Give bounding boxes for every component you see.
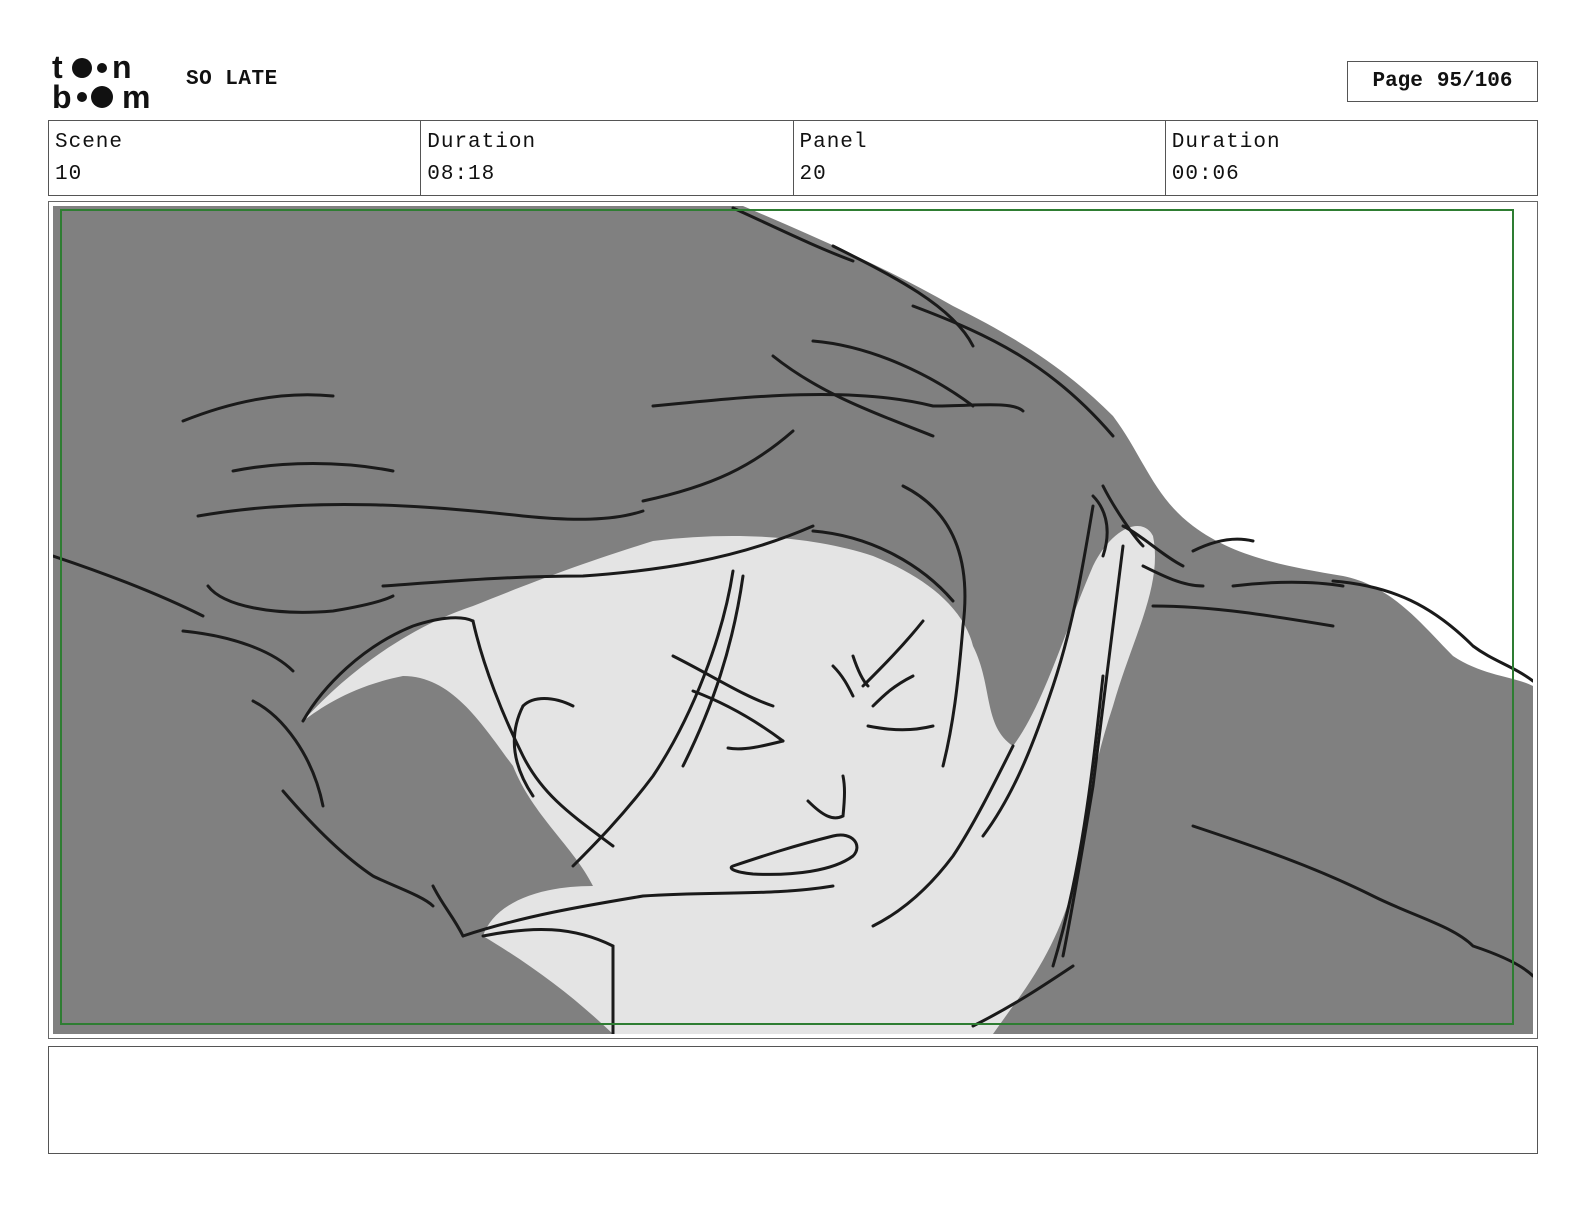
panel-duration-value: 00:06 <box>1171 163 1240 186</box>
project-title: SO LATE <box>186 68 278 91</box>
scene-duration-value: 08:18 <box>427 163 496 186</box>
svg-text:b: b <box>52 79 72 112</box>
toon-boom-logo: t n b m <box>52 50 150 112</box>
page-label: Page <box>1372 70 1423 93</box>
panel-duration-label: Duration <box>1171 131 1281 154</box>
storyboard-panel <box>48 201 1538 1039</box>
notes-box <box>48 1046 1538 1154</box>
panel-cell: Panel 20 <box>794 121 1166 195</box>
page-indicator: Page 95/106 <box>1347 61 1538 102</box>
panel-value: 20 <box>799 163 827 186</box>
scene-duration-label: Duration <box>427 131 537 154</box>
page-value: 95/106 <box>1436 70 1513 93</box>
svg-text:m: m <box>122 79 150 112</box>
scene-duration-cell: Duration 08:18 <box>421 121 794 195</box>
scene-info-row: Scene 10 Duration 08:18 Panel 20 Duratio… <box>48 120 1538 196</box>
scene-value: 10 <box>55 163 83 186</box>
panel-duration-cell: Duration 00:06 <box>1166 121 1537 195</box>
panel-label: Panel <box>799 131 868 154</box>
scene-label: Scene <box>55 131 124 154</box>
scene-cell: Scene 10 <box>49 121 422 195</box>
panel-drawing <box>53 206 1533 1034</box>
